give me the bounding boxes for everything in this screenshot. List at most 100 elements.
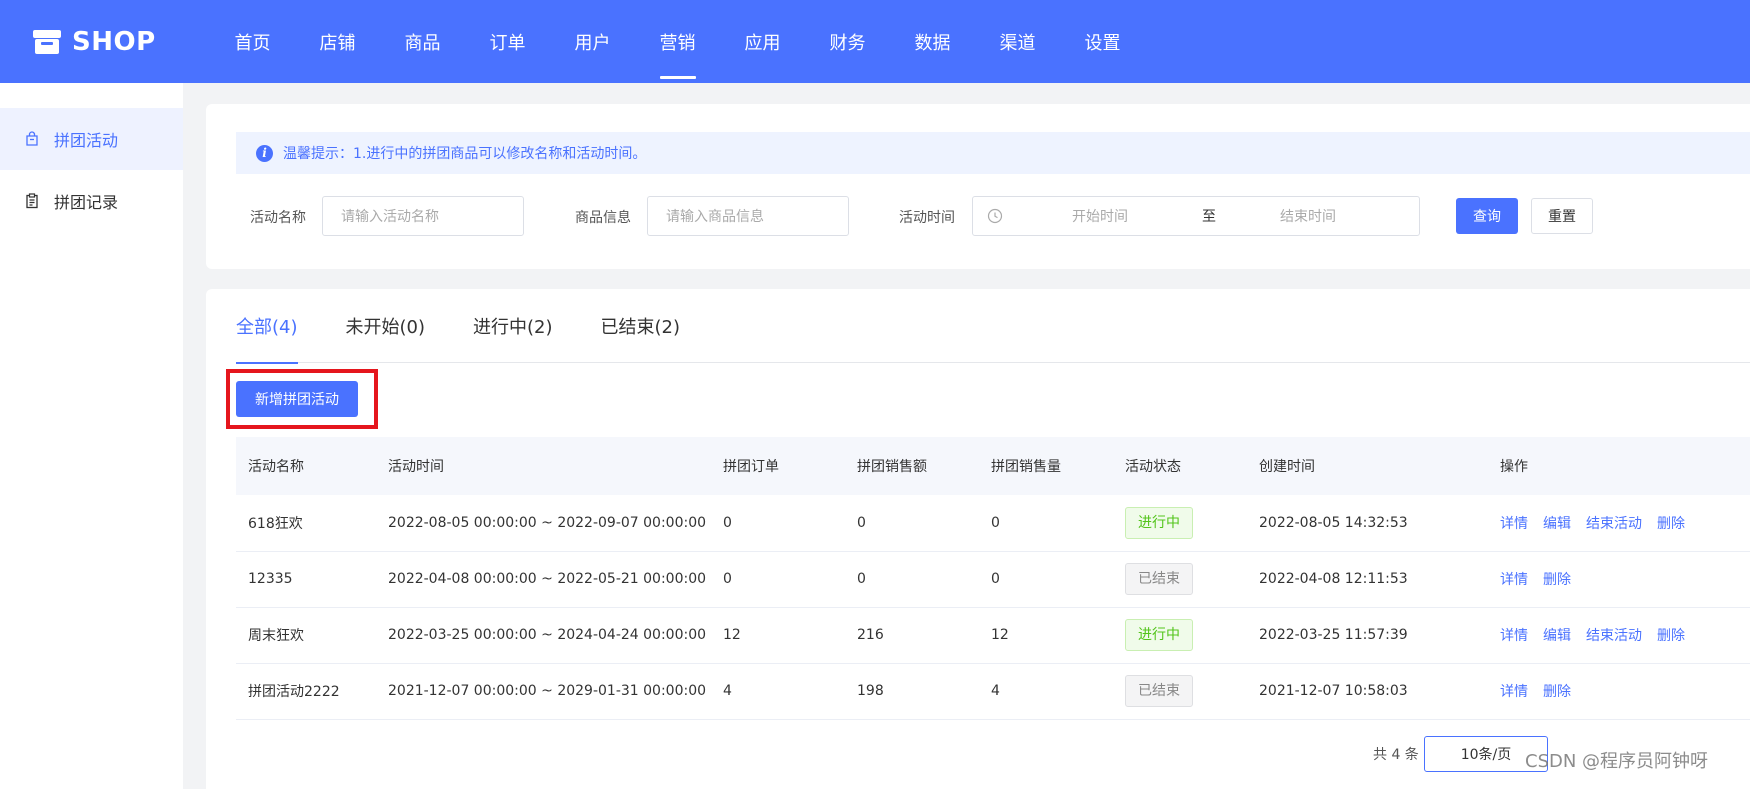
nav-item-2[interactable]: 商品 xyxy=(380,0,465,83)
info-icon: i xyxy=(256,144,273,162)
nav-item-7[interactable]: 财务 xyxy=(805,0,890,83)
action-link[interactable]: 结束活动 xyxy=(1586,628,1642,644)
query-button[interactable]: 查询 xyxy=(1456,198,1518,234)
nav-item-5[interactable]: 营销 xyxy=(635,0,720,83)
cell-time: 2022-03-25 00:00:00 ~ 2024-04-24 00:00:0… xyxy=(376,607,711,664)
nav-item-4[interactable]: 用户 xyxy=(550,0,635,83)
table-body: 618狂欢 2022-08-05 00:00:00 ~ 2022-09-07 00… xyxy=(236,495,1750,720)
table-row: 拼团活动2222 2021-12-07 00:00:00 ~ 2029-01-31… xyxy=(236,663,1750,720)
action-link[interactable]: 详情 xyxy=(1500,628,1528,644)
clipboard-icon xyxy=(26,193,38,209)
action-link[interactable]: 编辑 xyxy=(1543,516,1571,532)
cell-actions: 详情 编辑 结束活动 删除 xyxy=(1488,495,1750,552)
cell-created: 2021-12-07 10:58:03 xyxy=(1247,663,1488,720)
store-icon xyxy=(33,29,61,54)
action-link[interactable]: 删除 xyxy=(1543,572,1571,588)
cell-qty: 12 xyxy=(979,607,1113,664)
column-header: 拼团销售额 xyxy=(845,437,979,495)
action-link[interactable]: 编辑 xyxy=(1543,628,1571,644)
nav-item-label: 财务 xyxy=(829,32,866,54)
cell-sales: 198 xyxy=(845,663,979,720)
cell-name: 周末狂欢 xyxy=(236,607,376,664)
tab-0[interactable]: 全部(4) xyxy=(236,289,298,364)
main-panel: 全部(4) 未开始(0) 进行中(2) 已结束(2) 新增拼团活动 活动名称 活动时间拼… xyxy=(206,289,1750,789)
nav-item-9[interactable]: 渠道 xyxy=(975,0,1060,83)
add-group-buy-button[interactable]: 新增拼团活动 xyxy=(236,381,358,417)
clock-icon xyxy=(987,208,1003,224)
product-info-label: 商品信息 xyxy=(575,210,631,226)
filter-panel: i 温馨提示：1.进行中的拼团商品可以修改名称和活动时间。 活动名称 请输入活动… xyxy=(206,104,1750,269)
action-link[interactable]: 删除 xyxy=(1657,628,1685,644)
nav-item-0[interactable]: 首页 xyxy=(210,0,295,83)
action-link[interactable]: 删除 xyxy=(1543,684,1571,700)
status-badge: 已结束 xyxy=(1125,563,1193,595)
nav-item-label: 首页 xyxy=(234,32,271,54)
product-info-placeholder: 请输入商品信息 xyxy=(666,209,764,225)
nav-item-3[interactable]: 订单 xyxy=(465,0,550,83)
cell-created: 2022-03-25 11:57:39 xyxy=(1247,607,1488,664)
notice-banner: i 温馨提示：1.进行中的拼团商品可以修改名称和活动时间。 xyxy=(236,132,1750,174)
nav-item-label: 营销 xyxy=(659,32,696,54)
cell-qty: 0 xyxy=(979,551,1113,608)
date-separator: 至 xyxy=(1202,209,1216,225)
action-link[interactable]: 详情 xyxy=(1500,572,1528,588)
action-link[interactable]: 结束活动 xyxy=(1586,516,1642,532)
column-header: 创建时间 xyxy=(1247,437,1488,495)
sidebar-item-label: 拼团活动 xyxy=(54,131,119,150)
nav-item-10[interactable]: 设置 xyxy=(1060,0,1145,83)
action-link[interactable]: 删除 xyxy=(1657,516,1685,532)
action-link[interactable]: 详情 xyxy=(1500,684,1528,700)
action-link[interactable]: 详情 xyxy=(1500,516,1528,532)
cell-actions: 详情 删除 xyxy=(1488,663,1750,720)
cell-sales: 0 xyxy=(845,551,979,608)
column-header: 拼团销售量 xyxy=(979,437,1113,495)
column-header: 活动状态 xyxy=(1113,437,1247,495)
product-info-input[interactable]: 请输入商品信息 xyxy=(647,196,849,236)
status-badge: 进行中 xyxy=(1125,506,1193,539)
watermark: CSDN @程序员阿钟呀 xyxy=(1525,751,1709,772)
nav-item-label: 用户 xyxy=(574,32,611,54)
pagination-total: 共 4 条 xyxy=(1373,747,1419,763)
tab-2[interactable]: 进行中(2) xyxy=(473,289,553,363)
cell-created: 2022-08-05 14:32:53 xyxy=(1247,495,1488,552)
nav-item-6[interactable]: 应用 xyxy=(720,0,805,83)
sidebar-item-0[interactable]: 拼团活动 xyxy=(0,108,183,170)
nav-item-1[interactable]: 店铺 xyxy=(295,0,380,83)
cell-name: 拼团活动2222 xyxy=(236,663,376,720)
cell-time: 2022-08-05 00:00:00 ~ 2022-09-07 00:00:0… xyxy=(376,495,711,552)
end-time-placeholder[interactable]: 结束时间 xyxy=(1280,206,1336,226)
cell-sales: 216 xyxy=(845,607,979,664)
sidebar-item-1[interactable]: 拼团记录 xyxy=(0,170,183,232)
nav-item-8[interactable]: 数据 xyxy=(890,0,975,83)
table-header-row: 活动名称 活动时间 拼团订单 拼团销售额 拼团销售量 活动状态 创建时间 操作 xyxy=(236,437,1750,495)
cell-status: 已结束 xyxy=(1113,663,1247,720)
start-time-placeholder[interactable]: 开始时间 xyxy=(1072,206,1128,226)
sidebar: 拼团活动拼团记录 xyxy=(0,83,183,789)
cell-actions: 详情 编辑 结束活动 删除 xyxy=(1488,607,1750,664)
cell-sales: 0 xyxy=(845,495,979,552)
table-row: 周末狂欢 2022-03-25 00:00:00 ~ 2024-04-24 00:… xyxy=(236,607,1750,664)
notice-text: 温馨提示：1.进行中的拼团商品可以修改名称和活动时间。 xyxy=(283,146,647,162)
cell-created: 2022-04-08 12:11:53 xyxy=(1247,551,1488,608)
nav-item-label: 数据 xyxy=(914,32,951,54)
cell-orders: 0 xyxy=(711,495,845,552)
reset-button[interactable]: 重置 xyxy=(1531,198,1593,234)
cell-status: 已结束 xyxy=(1113,551,1247,608)
column-header: 操作 xyxy=(1488,437,1750,495)
cell-time: 2021-12-07 00:00:00 ~ 2029-01-31 00:00:0… xyxy=(376,663,711,720)
column-header: 活动时间 xyxy=(376,437,711,495)
main-nav: 首页 店铺 商品 订单 用户 营销 应用 财务 数据 渠道 设置 xyxy=(210,0,1145,83)
logo[interactable]: SHOP xyxy=(32,27,210,57)
nav-item-label: 应用 xyxy=(744,32,781,54)
logo-text: SHOP xyxy=(72,26,156,57)
activity-time-range[interactable]: 开始时间 至 结束时间 xyxy=(972,196,1420,236)
bag-icon xyxy=(26,131,38,146)
pagination: 共 4 条 xyxy=(1373,736,1419,772)
cell-orders: 0 xyxy=(711,551,845,608)
nav-item-label: 店铺 xyxy=(319,32,356,54)
activity-name-input[interactable]: 请输入活动名称 xyxy=(322,196,524,236)
cell-qty: 0 xyxy=(979,495,1113,552)
cell-actions: 详情 删除 xyxy=(1488,551,1750,608)
tab-3[interactable]: 已结束(2) xyxy=(601,289,681,363)
tab-1[interactable]: 未开始(0) xyxy=(346,289,426,363)
